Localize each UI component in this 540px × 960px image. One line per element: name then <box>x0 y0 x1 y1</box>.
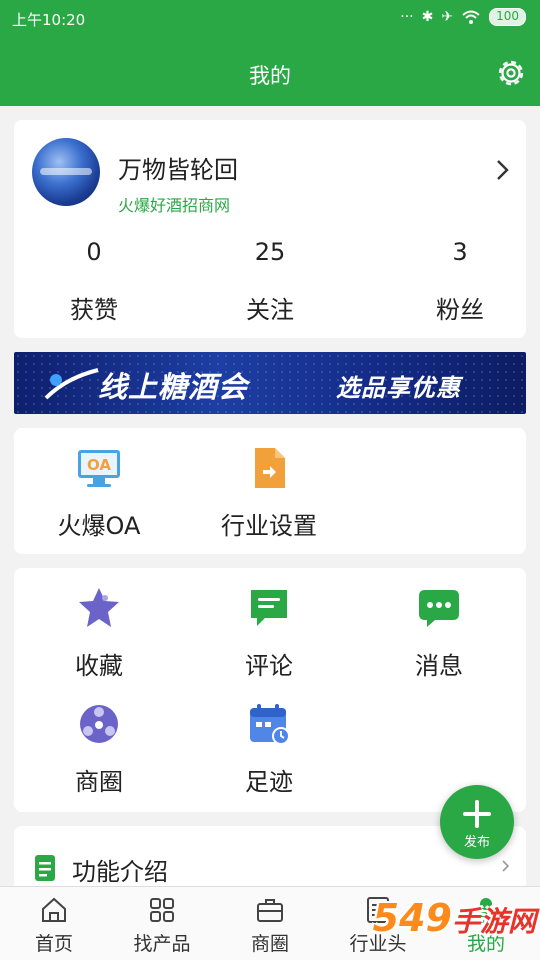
status-icons: ··· ✱ ✈ 100 <box>400 8 526 26</box>
status-time: 上午10:20 <box>12 11 86 29</box>
grid-item-footprint[interactable]: 足迹 <box>184 700 354 797</box>
username: 万物皆轮回 <box>118 156 238 184</box>
briefcase-icon <box>257 899 283 922</box>
tab-find-products-label: 找产品 <box>133 933 191 955</box>
industry-doc-icon <box>255 448 285 488</box>
status-bar: 上午10:20 ··· ✱ ✈ 100 <box>0 0 540 38</box>
plus-icon <box>463 800 491 828</box>
message-icon <box>419 590 459 627</box>
profile-card[interactable]: 万物皆轮回 火爆好酒招商网 0 获赞 25 关注 3 粉丝 <box>14 120 526 338</box>
chevron-right-icon <box>502 860 510 872</box>
grid-item-comments[interactable]: 评论 <box>184 584 354 681</box>
stat-following[interactable]: 25 关注 <box>210 238 330 325</box>
tool-oa-label: 火爆OA <box>57 512 141 540</box>
banner-main-text: 线上糖酒会 <box>98 370 249 404</box>
grid-item-favorites[interactable]: 收藏 <box>14 584 184 681</box>
tool-oa[interactable]: OA 火爆OA <box>14 444 184 541</box>
stat-following-value: 25 <box>254 238 286 266</box>
tool-industry-settings[interactable]: 行业设置 <box>184 444 354 541</box>
stat-likes[interactable]: 0 获赞 <box>34 238 154 325</box>
chevron-right-icon[interactable] <box>496 158 510 182</box>
tab-business-circle-label: 商圈 <box>250 933 289 955</box>
airplane-icon: ✈ <box>441 9 454 25</box>
dots-icon: ··· <box>400 9 414 25</box>
stat-following-label: 关注 <box>246 296 294 324</box>
feature-intro-label: 功能介绍 <box>72 858 168 886</box>
svg-text:OA: OA <box>87 456 111 474</box>
site-watermark: 549手游网 <box>373 896 536 940</box>
grid-item-circle[interactable]: 商圈 <box>14 700 184 797</box>
comment-icon <box>251 590 287 626</box>
tool-industry-settings-label: 行业设置 <box>221 512 317 540</box>
swoosh-icon <box>44 368 99 400</box>
profile-subtitle: 火爆好酒招商网 <box>118 196 231 215</box>
stat-likes-label: 获赞 <box>70 296 118 324</box>
calendar-icon <box>250 704 290 745</box>
tab-home-label: 首页 <box>34 933 73 955</box>
bluetooth-icon: ✱ <box>421 9 434 25</box>
avatar[interactable] <box>32 138 100 206</box>
settings-gear-icon[interactable] <box>494 56 528 90</box>
grid-item-comments-label: 评论 <box>245 652 293 680</box>
publish-label: 发布 <box>463 835 490 850</box>
stat-fans[interactable]: 3 粉丝 <box>400 238 520 325</box>
oa-monitor-icon: OA <box>78 450 120 487</box>
watermark-tail: 手游网 <box>451 905 536 938</box>
profile-stats: 0 获赞 25 关注 3 粉丝 <box>14 238 526 328</box>
star-icon <box>79 588 119 627</box>
watermark-main: 549 <box>372 896 452 940</box>
circle-icon <box>80 705 118 743</box>
stat-likes-value: 0 <box>86 238 102 266</box>
promo-banner[interactable]: 线上糖酒会 选品享优惠 <box>14 352 526 414</box>
battery-indicator: 100 <box>489 8 526 26</box>
grid-item-messages[interactable]: 消息 <box>354 584 524 681</box>
tab-find-products[interactable]: 找产品 <box>108 887 216 960</box>
grid-icon <box>150 898 174 922</box>
features-grid-card: 收藏 评论 消息 商圈 足迹 <box>14 568 526 812</box>
wifi-icon <box>462 10 480 24</box>
banner-sub-text: 选品享优惠 <box>336 374 461 402</box>
grid-item-circle-label: 商圈 <box>75 768 123 796</box>
home-icon <box>42 897 66 922</box>
grid-item-messages-label: 消息 <box>415 652 463 680</box>
page-title: 我的 <box>249 64 291 88</box>
grid-item-favorites-label: 收藏 <box>75 652 123 680</box>
tab-business-circle[interactable]: 商圈 <box>216 887 324 960</box>
stat-fans-label: 粉丝 <box>436 296 484 324</box>
publish-button[interactable]: 发布 <box>440 785 514 859</box>
document-icon <box>35 855 55 881</box>
tab-home[interactable]: 首页 <box>0 887 108 960</box>
grid-item-footprint-label: 足迹 <box>245 768 293 796</box>
stat-fans-value: 3 <box>452 238 468 266</box>
header: 我的 <box>0 38 540 106</box>
tools-card: OA 火爆OA 行业设置 <box>14 428 526 554</box>
